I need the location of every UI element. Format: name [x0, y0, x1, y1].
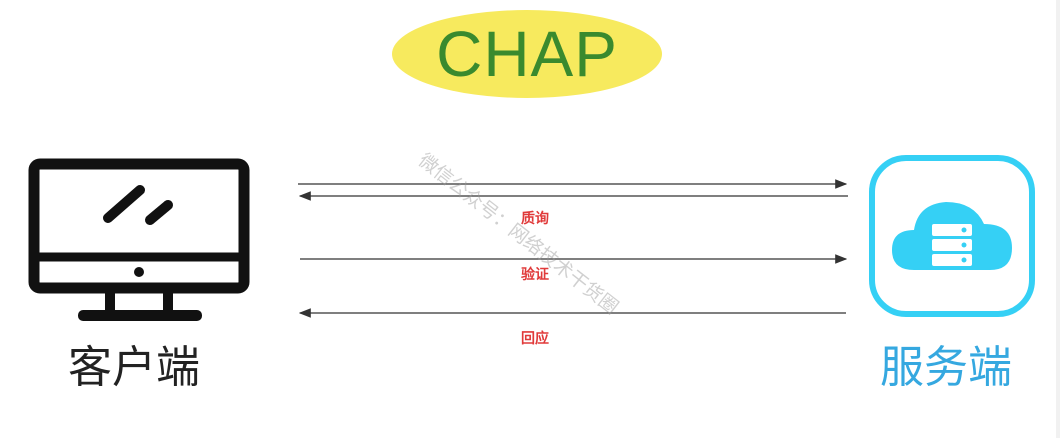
- message-label-challenge: 质询: [521, 211, 549, 227]
- client-label: 客户端: [68, 342, 200, 393]
- server-label: 服务端: [880, 342, 1012, 393]
- message-label-verify: 验证: [521, 267, 549, 283]
- message-label-response: 回应: [521, 331, 549, 347]
